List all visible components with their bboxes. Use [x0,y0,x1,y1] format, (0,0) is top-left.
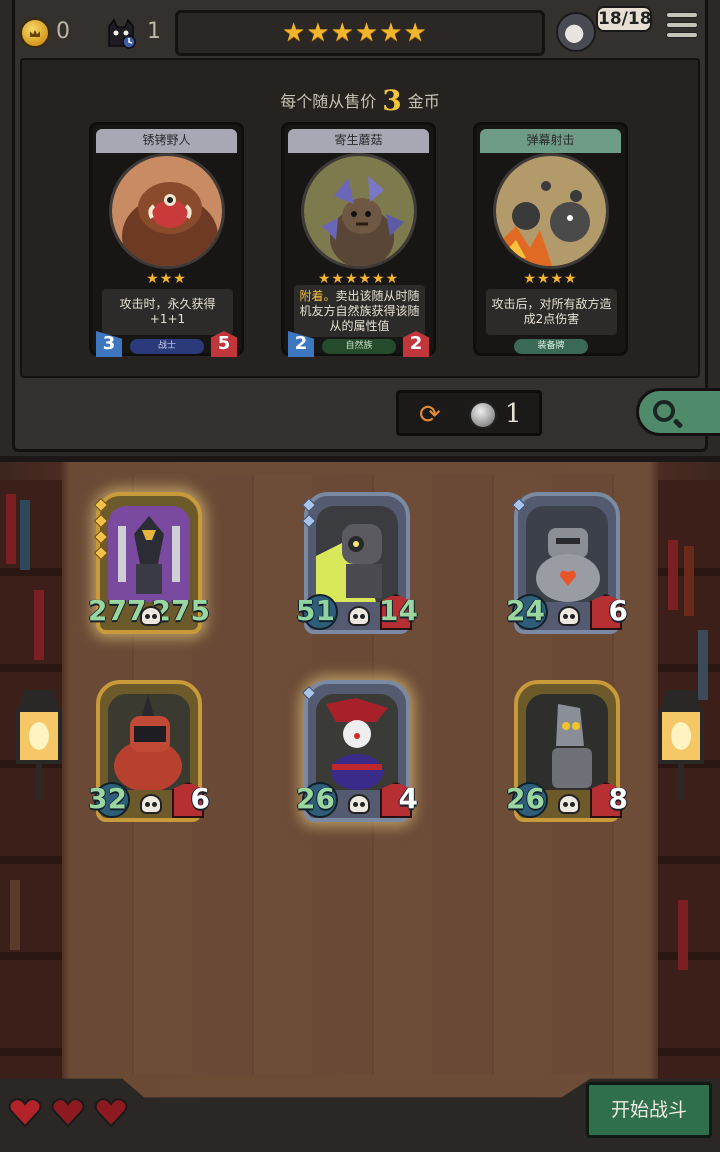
card-name: 寄生蘑菇 [288,129,429,153]
book [34,590,44,660]
card-art-wild-boar [109,153,225,269]
sell-price-suffix: 金币 [407,92,440,111]
minion-upgrade-gems [301,685,317,704]
card-name: 弹幕射击 [480,129,621,153]
card-description: 攻击时，永久获得+1+1 [102,289,233,335]
silver-coin-icon [469,401,497,429]
board-minion[interactable]: 277 275 [88,492,210,634]
menu-bar [666,12,698,18]
card-art-barrage [493,153,609,269]
minion-health: 4 [398,782,418,815]
card-description: 附着。卖出该随从时随机友方自然族获得该随从的属性值 [294,285,425,337]
shop-card[interactable]: 寄生蘑菇 ★★★★★★ 附着。卖出该随从时随机友方自然族获得该随从的属性值 自然… [281,122,436,357]
book [684,546,694,616]
minion-attack: 51 [296,594,335,627]
minion-attack: 26 [296,782,335,815]
heart-icon [8,1098,42,1128]
menu-icon[interactable] [666,12,698,44]
heart-icon [94,1098,128,1128]
skull-icon [140,606,162,626]
minion-health: 6 [190,782,210,815]
skull-icon [140,794,162,814]
magnifier-icon [653,400,675,422]
black-cat-clock-icon [108,18,136,49]
minion-attack: 277 [88,594,147,627]
gold-coin-icon [20,18,50,48]
book [20,500,30,570]
gem-icon [301,513,317,529]
refresh-icon: ⟳ [419,400,441,430]
minion-health: 6 [608,594,628,627]
sell-price-prefix: 每个随从售价 [280,92,377,111]
shop-card[interactable]: 弹幕射击 ★★★★ 攻击后，对所有敌方造成2点伤害 装备牌 [473,122,628,356]
card-star-rating: ★★★★ [523,271,578,287]
skull-icon [558,794,580,814]
lives-display [8,1096,132,1132]
minion-portrait-clown [316,694,398,790]
minion-upgrade-gems [93,497,109,564]
sell-price-notice: 每个随从售价 3 金币 [0,84,720,117]
gem-icon [511,497,527,513]
top-hud: 0 1 ★★★★★★ 18/18 [0,0,720,62]
skull-icon [558,606,580,626]
card-description-text: 攻击时，永久获得+1+1 [119,297,216,326]
wall-lamp-icon [658,690,704,800]
start-battle-button[interactable]: 开始战斗 [586,1082,712,1138]
hero-avatar-icon[interactable] [556,12,596,52]
card-description-text: 攻击后，对所有敌方造成2点伤害 [491,297,612,326]
minion-attack: 26 [506,782,545,815]
board-minion[interactable]: 26 8 [506,680,628,822]
board-minion[interactable]: 26 4 [296,680,418,822]
menu-bar [666,32,698,38]
hero-health-bubble: 18/18 [596,6,652,32]
minion-health: 8 [608,782,628,815]
skull-icon [348,794,370,814]
card-name: 锈铐野人 [96,129,237,153]
refresh-cost: 1 [505,399,522,429]
card-art-parasitic-mushroom [301,153,417,269]
minion-portrait-armored-knight [108,506,190,602]
gem-icon [93,529,109,545]
gem-icon [93,545,109,561]
gem-icon [93,497,109,513]
book [668,540,678,610]
minion-attack: 24 [506,594,545,627]
board-minion[interactable]: 24 6 [506,492,628,634]
shop-card[interactable]: 锈铐野人 ★★★ 攻击时，永久获得+1+1 战士 3 5 [89,122,244,357]
tavern-star-rating: ★★★★★★ [282,18,428,48]
panel-divider [0,456,720,462]
minion-portrait-masked-brute [108,694,190,790]
wall-lamp-icon [16,690,62,800]
minion-portrait-tin-man [526,694,608,790]
card-description: 攻击后，对所有敌方造成2点伤害 [486,289,617,335]
card-keyword: 附着。 [299,288,336,303]
gem-icon [93,513,109,529]
card-tribe: 自然族 [322,339,396,354]
minion-attack: 32 [88,782,127,815]
book [10,880,20,950]
sell-price-value: 3 [382,84,402,117]
gem-icon [301,685,317,701]
board-minion[interactable]: 51 14 [296,492,418,634]
minion-portrait-clockwork-robot [526,506,608,602]
minion-portrait-robot [316,506,398,602]
minion-upgrade-gems [511,497,527,516]
card-star-rating: ★★★ [146,271,187,287]
turn-count: 1 [147,19,161,44]
board-minion[interactable]: 32 6 [88,680,210,822]
refresh-shop-button[interactable]: ⟳ 1 [396,390,542,436]
book [6,494,16,564]
book [678,900,688,970]
minion-upgrade-gems [301,497,317,532]
menu-bar [666,22,698,28]
heart-icon [51,1098,85,1128]
minion-health: 14 [379,594,418,627]
gold-count: 0 [56,19,70,44]
card-tribe: 战士 [130,339,204,354]
gem-icon [301,497,317,513]
search-button[interactable] [636,388,720,436]
skull-icon [348,606,370,626]
card-tribe: 装备牌 [514,339,588,354]
